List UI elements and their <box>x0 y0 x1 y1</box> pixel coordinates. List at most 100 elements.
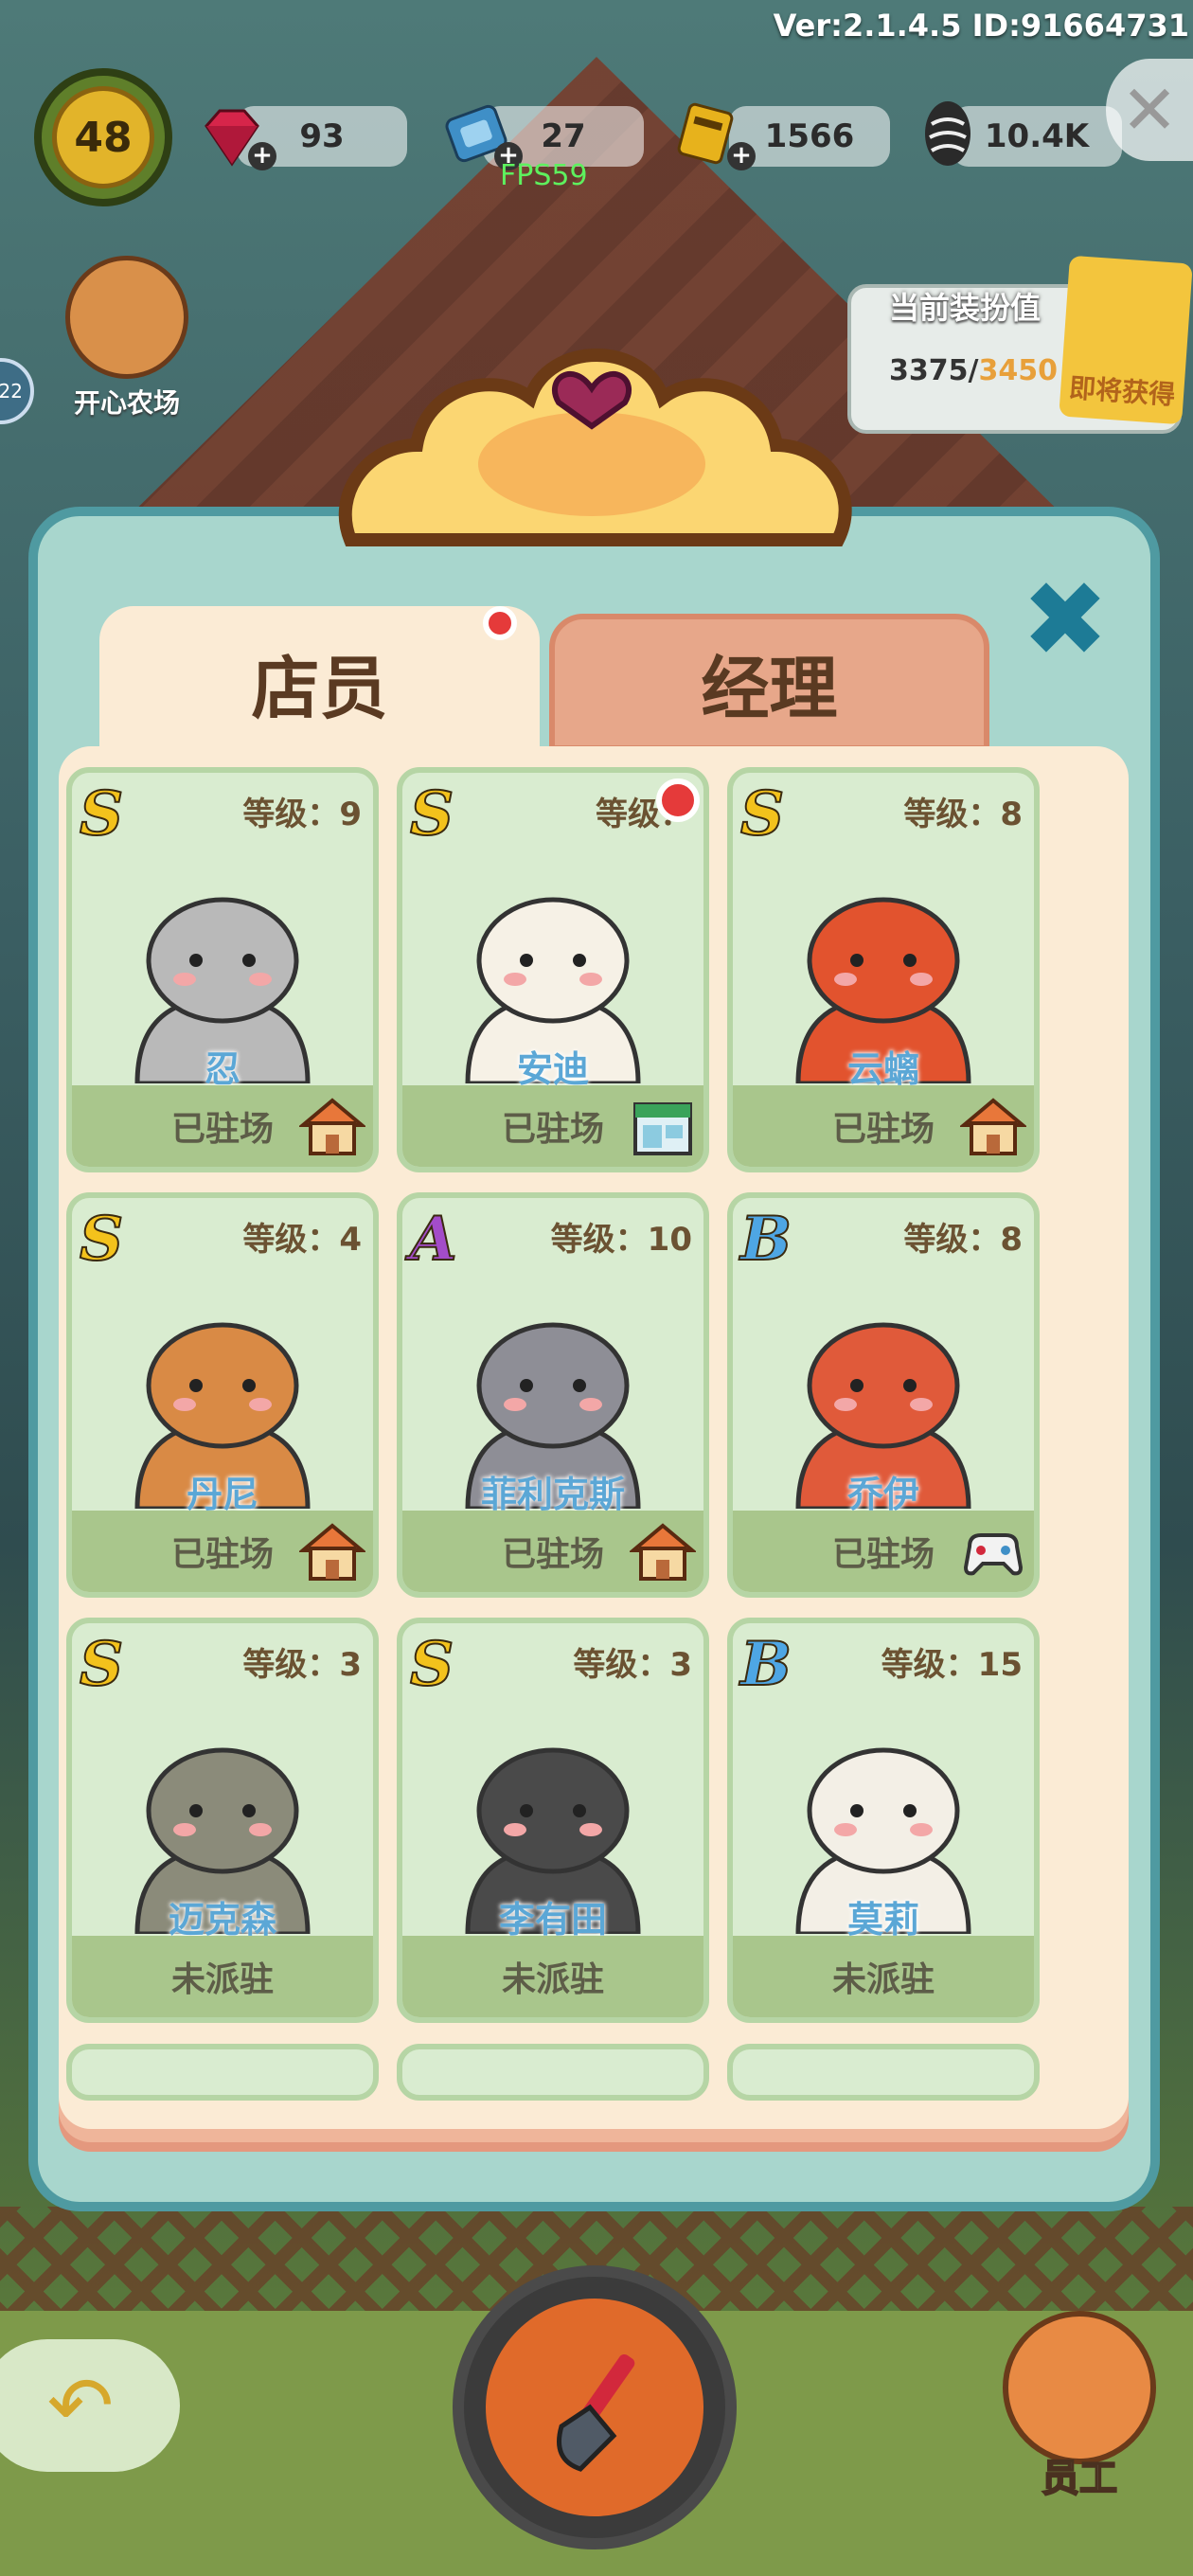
side-counter-value: 22 <box>0 380 23 402</box>
staff-card[interactable]: S 等级：3 迈克森 未派驻 <box>66 1618 379 2023</box>
outfit-current: 3375 <box>889 354 969 387</box>
outfit-separator: / <box>968 354 979 387</box>
resource-tickets-value: 27 <box>541 117 586 155</box>
add-gems-button[interactable]: + <box>248 142 276 170</box>
staff-label: 员工 <box>1041 2456 1118 2501</box>
gamepad-icon <box>960 1522 1026 1583</box>
level-prefix: 等级： <box>903 1221 1001 1259</box>
level-prefix: 等级： <box>550 1221 648 1259</box>
level-prefix: 等级： <box>573 1646 670 1684</box>
staff-name: 莫莉 <box>846 1899 919 1941</box>
level-value: 9 <box>339 796 362 833</box>
rank-badge: B <box>739 1628 792 1701</box>
happy-farm-button[interactable]: 开心农场 <box>51 256 203 420</box>
rank-badge: S <box>79 1628 124 1701</box>
staff-status: 未派驻 <box>733 1936 1034 2017</box>
staff-level: 等级：8 <box>903 788 1023 834</box>
staff-card-partial[interactable] <box>66 2044 379 2101</box>
staff-card-grid: S 等级：9 忍 已驻场 S 等级： 安迪 已驻场 S 等级：8 云螭 已驻场 … <box>59 746 1129 2129</box>
staff-level: 等级：9 <box>242 788 362 834</box>
outfit-value: 3375/3450 <box>889 354 1058 387</box>
staff-name: 丹尼 <box>186 1474 258 1515</box>
house-icon <box>297 1522 367 1583</box>
staff-card-partial[interactable] <box>397 2044 709 2101</box>
staff-name: 迈克森 <box>168 1899 276 1941</box>
staff-name: 云螭 <box>846 1048 919 1090</box>
level-prefix: 等级： <box>242 1221 340 1259</box>
dig-button[interactable] <box>453 2265 737 2549</box>
outfit-max: 3450 <box>978 354 1058 387</box>
staff-card-partial[interactable] <box>727 2044 1040 2101</box>
staff-card[interactable]: B 等级：8 乔伊 已驻场 <box>727 1192 1040 1598</box>
tab-staff-notification-dot <box>483 606 517 640</box>
side-counter-bubble[interactable]: 22 <box>0 358 34 424</box>
resource-seeds-value: 10.4K <box>984 117 1090 155</box>
staff-card[interactable]: S 等级：8 云螭 已驻场 <box>727 767 1040 1172</box>
staff-card[interactable]: B 等级：15 莫莉 未派驻 <box>727 1618 1040 2023</box>
level-prefix: 等级： <box>242 796 340 833</box>
tab-manager-label: 经理 <box>701 649 838 728</box>
staff-card[interactable]: S 等级：4 丹尼 已驻场 <box>66 1192 379 1598</box>
level-value: 8 <box>1000 796 1023 833</box>
fps-counter: FPS59 <box>500 159 588 192</box>
farm-avatar-icon <box>65 256 188 379</box>
back-arrow-icon: ↶ <box>46 2359 115 2452</box>
level-value: 3 <box>669 1646 692 1684</box>
outfit-value-title: 当前装扮值 <box>889 290 1042 326</box>
tab-staff-label: 店员 <box>251 648 388 728</box>
staff-level: 等级：15 <box>881 1638 1023 1685</box>
rank-badge: S <box>79 1203 124 1276</box>
staff-notification-dot <box>656 778 700 822</box>
house-icon <box>297 1097 367 1157</box>
level-prefix: 等级： <box>881 1646 978 1684</box>
rank-badge: S <box>409 778 454 850</box>
level-prefix: 等级： <box>903 796 1001 833</box>
staff-card[interactable]: S 等级：3 李有田 未派驻 <box>397 1618 709 2023</box>
outfit-value-panel[interactable]: 当前装扮值 3375/3450 即将获得 <box>847 255 1193 434</box>
staff-name: 乔伊 <box>846 1474 919 1515</box>
rank-badge: A <box>409 1203 458 1276</box>
resource-gems-value: 93 <box>299 117 345 155</box>
shovel-icon <box>557 2353 635 2472</box>
staff-card[interactable]: S 等级： 安迪 已驻场 <box>397 767 709 1172</box>
close-game-button[interactable]: ✕ <box>1106 59 1193 161</box>
tab-staff[interactable]: 店员 <box>99 606 540 758</box>
staff-status: 未派驻 <box>402 1936 703 2017</box>
staff-card[interactable]: S 等级：9 忍 已驻场 <box>66 767 379 1172</box>
rank-badge: S <box>739 778 785 850</box>
sunflower-seed-icon <box>913 98 983 169</box>
staff-level: 等级：10 <box>551 1213 692 1260</box>
rank-badge: B <box>739 1203 792 1276</box>
staff-status: 未派驻 <box>72 1936 373 2017</box>
coming-soon-card[interactable]: 即将获得 <box>1059 255 1193 425</box>
level-value: 15 <box>977 1646 1023 1684</box>
staff-level: 等级：8 <box>903 1213 1023 1260</box>
level-value: 3 <box>339 1646 362 1684</box>
add-coupons-button[interactable]: + <box>727 142 756 170</box>
staff-button[interactable]: 员工 <box>975 2311 1184 2519</box>
level-value: 4 <box>339 1221 362 1259</box>
player-level-badge[interactable]: 48 <box>34 68 172 206</box>
staff-avatar-icon <box>1003 2311 1156 2464</box>
staff-name: 菲利克斯 <box>480 1474 625 1515</box>
staff-level: 等级：4 <box>242 1213 362 1260</box>
house-icon <box>628 1522 698 1583</box>
close-panel-button[interactable]: ✖ <box>1018 567 1113 671</box>
staff-card[interactable]: A 等级：10 菲利克斯 已驻场 <box>397 1192 709 1598</box>
level-value: 10 <box>647 1221 692 1259</box>
staff-name: 安迪 <box>516 1048 589 1090</box>
coming-soon-label: 即将获得 <box>1068 372 1177 411</box>
staff-name: 李有田 <box>498 1899 607 1941</box>
staff-level: 等级：3 <box>242 1638 362 1685</box>
level-prefix: 等级： <box>242 1646 340 1684</box>
rank-badge: S <box>409 1628 454 1701</box>
resource-coupons-value: 1566 <box>764 117 855 155</box>
rank-badge: S <box>79 778 124 850</box>
happy-farm-label: 开心农场 <box>73 387 180 419</box>
level-value: 8 <box>1000 1221 1023 1259</box>
staff-level: 等级：3 <box>573 1638 692 1685</box>
back-button[interactable]: ↶ <box>0 2339 180 2472</box>
shop-icon <box>630 1097 696 1157</box>
tab-manager[interactable]: 经理 <box>549 614 989 751</box>
version-id-text: Ver:2.1.4.5 ID:91664731 <box>773 8 1189 44</box>
